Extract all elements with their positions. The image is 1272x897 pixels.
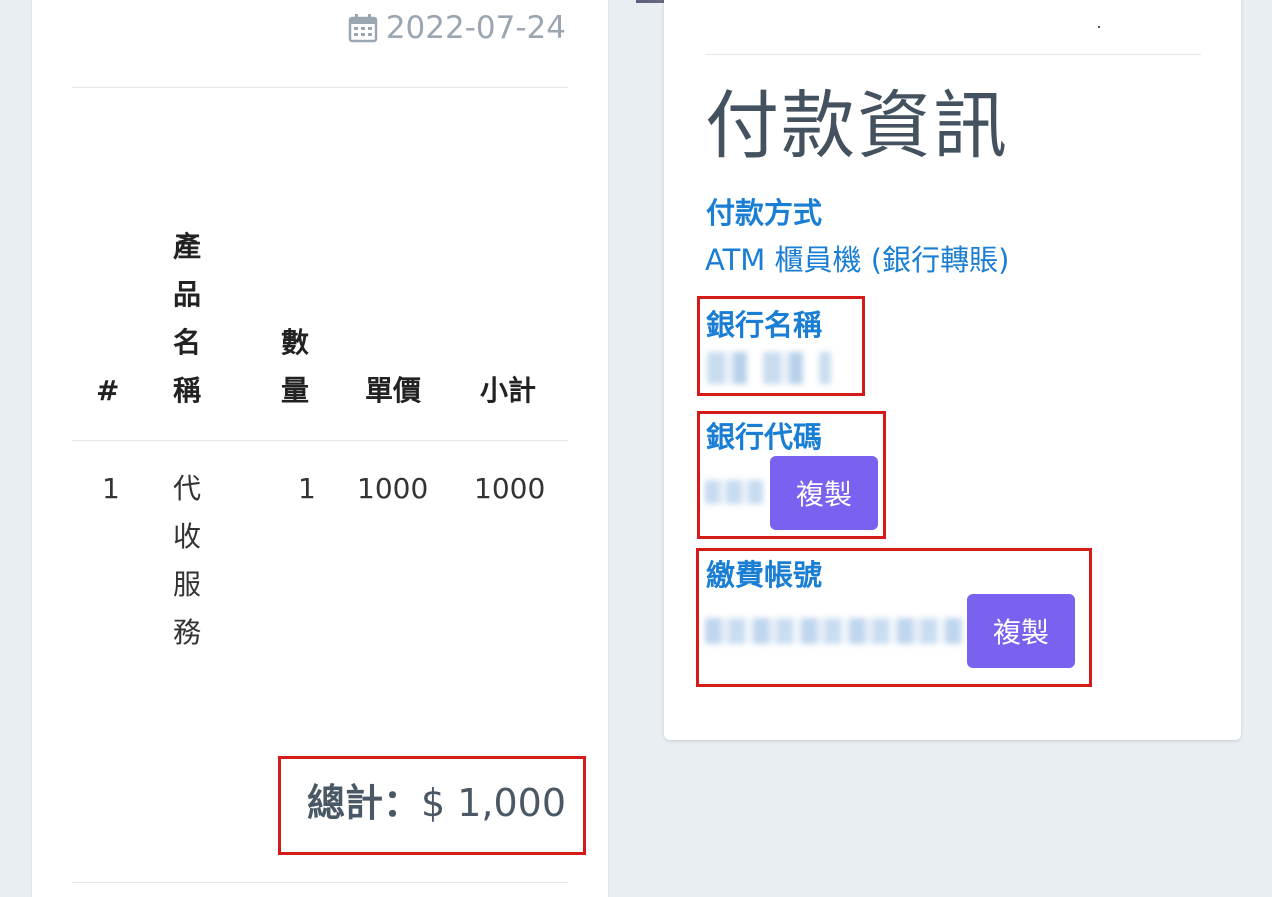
col-header-quantity: 數量 [280,326,309,407]
decorative-dot [1098,26,1100,28]
highlight-box-bank-name [697,296,865,396]
divider [705,54,1201,55]
divider [72,87,568,88]
cell-unit-price: 1000 [357,472,429,505]
payment-method-label: 付款方式 [706,196,823,230]
highlight-box-bank-code [697,411,886,539]
col-header-index: # [96,374,120,407]
cell-index: 1 [102,472,120,505]
table-header-divider [72,440,568,441]
cell-subtotal: 1000 [474,472,546,505]
col-header-unit-price: 單價 [365,374,422,407]
col-header-subtotal: 小計 [480,374,537,407]
invoice-date-row: 2022-07-24 [348,10,566,46]
invoice-date: 2022-07-24 [385,10,566,46]
highlight-box-account-number [696,548,1092,687]
payment-method-value: ATM 櫃員機 (銀行轉賬) [705,243,1010,277]
col-header-product-name: 產品名稱 [172,230,201,407]
cell-quantity: 1 [298,472,316,505]
calendar-icon [348,13,378,43]
highlight-box-total [278,756,586,855]
cell-product-name: 代收服務 [172,472,201,649]
payment-title: 付款資訊 [705,83,1009,169]
bottom-divider [72,882,568,883]
page: 2022-07-24 # 產品名稱 數量 單價 小計 1 代收服務 1 1000… [0,0,1272,897]
